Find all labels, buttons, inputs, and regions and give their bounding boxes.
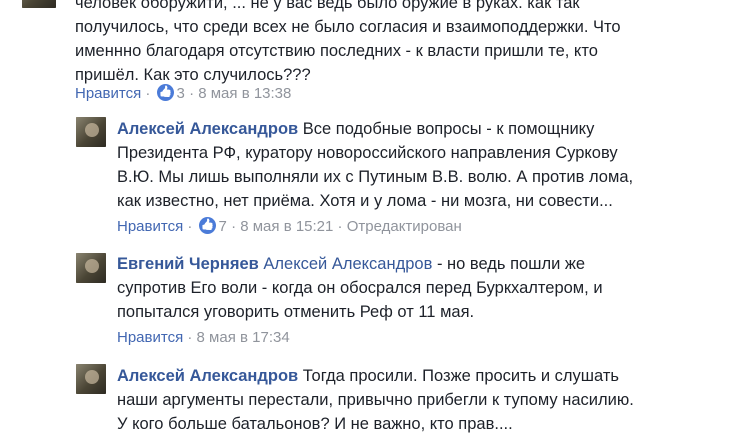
- separator: ·: [145, 85, 151, 102]
- author-name[interactable]: Алексей Александров: [117, 367, 298, 385]
- comment-text: Алексей Александров Тогда просили. Позже…: [117, 364, 737, 436]
- comment-actions: Нравится · 7 · 8 мая в 15:21 · Отредакти…: [117, 217, 462, 237]
- mention-link[interactable]: Алексей Александров: [263, 255, 432, 273]
- like-count[interactable]: 3: [177, 85, 185, 102]
- avatar[interactable]: [76, 117, 106, 147]
- edited-label[interactable]: Отредактирован: [347, 218, 462, 235]
- comment-line: У кого больше батальонов? И не важно, кт…: [117, 415, 513, 433]
- comment-line: человек оборужити, ... не у вас ведь был…: [75, 0, 580, 12]
- author-name[interactable]: Евгений Черняев: [117, 255, 259, 273]
- like-button[interactable]: Нравится: [117, 329, 183, 346]
- author-name[interactable]: Алексей Александров: [117, 120, 298, 138]
- comment-line: супротив Его воли - когда он обосрался п…: [117, 279, 603, 297]
- separator: ·: [189, 85, 195, 102]
- comment-text: Евгений Черняев Алексей Александров - но…: [117, 252, 737, 324]
- separator: ·: [187, 218, 193, 235]
- comment-first-line: Все подобные вопросы - к помощнику: [302, 120, 595, 138]
- separator: ·: [231, 218, 237, 235]
- comment-first-line: - но ведь пошли же: [436, 255, 586, 273]
- like-button[interactable]: Нравится: [117, 218, 183, 235]
- timestamp[interactable]: 8 мая в 15:21: [240, 218, 333, 235]
- timestamp[interactable]: 8 мая в 17:34: [197, 329, 290, 346]
- comment-line: как известно, нет приёма. Хотя и у лома …: [117, 192, 613, 210]
- avatar[interactable]: [76, 253, 106, 283]
- separator: ·: [337, 218, 343, 235]
- comment-line: именнно благодаря отсутствию последних -…: [75, 42, 598, 60]
- comment-text: Алексей Александров Все подобные вопросы…: [117, 117, 737, 213]
- like-button[interactable]: Нравится: [75, 85, 141, 102]
- thumbs-up-icon[interactable]: [198, 217, 216, 234]
- comment-actions: Нравится · 3 · 8 мая в 13:38: [75, 84, 291, 104]
- timestamp[interactable]: 8 мая в 13:38: [198, 85, 291, 102]
- comment-line: попытался уговорить отменить Реф от 11 м…: [117, 303, 475, 321]
- comment-line: Алексей Александров Все подобные вопросы…: [117, 117, 737, 141]
- comment-line: В.Ю. Мы лишь выполняли их с Путиным В.В.…: [117, 168, 634, 186]
- comment-line: наши аргументы перестали, привычно прибе…: [117, 391, 634, 409]
- comment-text: человек оборужити, ... не у вас ведь был…: [75, 0, 735, 87]
- avatar[interactable]: [22, 0, 56, 8]
- like-count[interactable]: 7: [219, 218, 227, 235]
- thumbs-up-icon[interactable]: [156, 84, 174, 101]
- comment-line: Президента РФ, куратору новороссийского …: [117, 144, 618, 162]
- comment-line: получилось, что среди всех не было согла…: [75, 18, 621, 36]
- comment-line: Алексей Александров Тогда просили. Позже…: [117, 364, 737, 388]
- separator: ·: [187, 329, 193, 346]
- comment-line: Евгений Черняев Алексей Александров - но…: [117, 252, 737, 276]
- avatar[interactable]: [76, 364, 106, 394]
- comment-actions: Нравится · 8 мая в 17:34: [117, 328, 290, 348]
- comment-first-line: Тогда просили. Позже просить и слушать: [302, 367, 620, 385]
